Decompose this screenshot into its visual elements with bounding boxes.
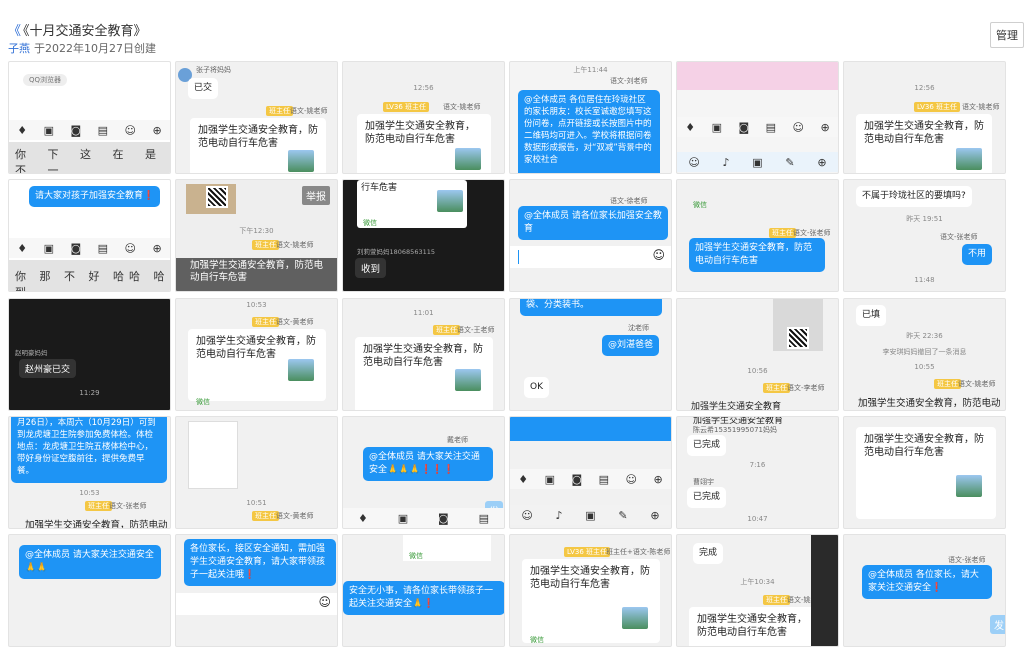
screenshot-thumb-23[interactable]: 加强学生交通安全教育 陈云希15351995071妈妈 已完成 7:16 曹翊宇… (676, 416, 839, 529)
screenshot-thumb-19[interactable]: 月26日），本周六（10月29日）可到到龙虎塘卫生院参加免费体检。体检地点：龙虎… (8, 416, 171, 529)
album-meta: 子燕 于2022年10月27日创建 (8, 40, 156, 56)
manage-button[interactable]: 管理 (990, 22, 1024, 48)
page-header: 《《十月交通安全教育》 子燕 于2022年10月27日创建 管理 (0, 0, 1024, 60)
screenshot-thumb-13[interactable]: 赵明豪妈妈 赵州豪已交 11:29 (8, 298, 171, 411)
screenshot-thumb-27[interactable]: 微信 安全无小事，请各位家长带领孩子一起关注交通安全🙏❗ (342, 534, 505, 647)
screenshot-thumb-2[interactable]: 张子将妈妈 已交 班主任 语文-姚老师 加强学生交通安全教育，防范电动自行车危害 (175, 61, 338, 174)
screenshot-thumb-9[interactable]: 行车危害 微信 刘莉萱妈妈18068563115 收到 (342, 179, 505, 292)
screenshot-thumb-30[interactable]: 语文-张老师 @全体成员 各位家长，请大家关注交通安全❗ 发 (843, 534, 1006, 647)
screenshot-thumb-24[interactable]: 加强学生交通安全教育，防范电动自行车危害 (843, 416, 1006, 529)
screenshot-thumb-15[interactable]: 11:01 班主任 语文-王老师 加强学生交通安全教育，防范电动自行车危害 (342, 298, 505, 411)
browser-chip: QQ浏览器 (23, 74, 68, 86)
screenshot-thumb-7[interactable]: 请大家对孩子加强安全教育❗ ♦▣◙▤☺⊕ 你 那 不 好 哈哈 哈 到 (8, 179, 171, 292)
screenshot-thumb-22[interactable]: ♦ ▣ ◙ ▤ ☺ ⊕ ☺ ♪ ▣ ✎ ⊕ (509, 416, 672, 529)
screenshot-thumb-3[interactable]: 12:56 LV36 班主任 语文-姚老师 加强学生交通安全教育，防范电动自行车… (342, 61, 505, 174)
screenshot-grid: QQ浏览器 ♦ ▣ ◙ ▤ ☺ ⊕ 你 下 这 在 是 不 一 张子将妈妈 已交 班主任 … (8, 61, 1008, 647)
input-toolbar: ♦ ▣ ◙ ▤ ☺ ⊕ (9, 238, 170, 258)
screenshot-thumb-20[interactable]: 10:51 班主任 语文-黄老师 (175, 416, 338, 529)
input-toolbar: ♦ ▣ ◙ ▤ ☺ ⊕ (9, 120, 170, 140)
screenshot-thumb-28[interactable]: LV36 班主任 班主任+语文-陈老师 加强学生交通安全教育，防范电动自行车危害… (509, 534, 672, 647)
emoji-icon[interactable]: ☺ (652, 248, 665, 262)
screenshot-thumb-6[interactable]: 12:56 LV36 班主任 语文-姚老师 加强学生交通安全教育，防范电动自行车… (843, 61, 1006, 174)
screenshot-thumb-8[interactable]: 举报 下午12:30 班主任 语文-姚老师 加强学生交通安全教育，防范电动自行车… (175, 179, 338, 292)
screenshot-thumb-12[interactable]: 不属于玲珑社区的要填吗? 昨天 19:51 语文-张老师 不用 11:48 (843, 179, 1006, 292)
created-date: 于2022年10月27日创建 (34, 42, 156, 55)
screenshot-thumb-4[interactable]: 上午11:44 语文-刘老师 @全体成员 各位居住在玲珑社区的家长朋友：校长室诚… (509, 61, 672, 174)
author-link[interactable]: 子燕 (8, 42, 30, 55)
screenshot-thumb-16[interactable]: 袋、分类装书。 沈老师 @刘湛爸爸 OK (509, 298, 672, 411)
screenshot-thumb-14[interactable]: 10:53 班主任 语文-黄老师 加强学生交通安全教育，防范电动自行车危害 微信 (175, 298, 338, 411)
emoji-icon[interactable]: ☺ (318, 595, 331, 609)
screenshot-thumb-29[interactable]: 完成 上午10:34 班主任 语文-姚老师 加强学生交通安全教育，防范电动自行车… (676, 534, 839, 647)
screenshot-thumb-5[interactable]: ♦ ▣ ◙ ▤ ☺ ⊕ ☺ ♪ ▣ ✎ ⊕ (676, 61, 839, 174)
album-title: 《《十月交通安全教育》 (8, 24, 147, 39)
report-button[interactable]: 举报 (302, 186, 330, 205)
input-toolbar: ♦ ▣ ◙ ▤ ☺ ⊕ (677, 117, 838, 137)
back-quote[interactable]: 《 (8, 24, 21, 39)
screenshot-thumb-17[interactable]: 10:56 班主任 语文-李老师 加强学生交通安全教育 (676, 298, 839, 411)
screenshot-thumb-18[interactable]: 已填 昨天 22:36 李安琪妈妈撤回了一条消息 10:55 班主任 语文-姚老… (843, 298, 1006, 411)
screenshot-thumb-11[interactable]: 微信 班主任 语文-张老师 加强学生交通安全教育，防范电动自行车危害 (676, 179, 839, 292)
screenshot-thumb-10[interactable]: 语文-徐老师 @全体成员 请各位家长加强安全教育 ☺ (509, 179, 672, 292)
keyboard-row: 你 下 这 在 是 不 一 (15, 148, 165, 174)
screenshot-thumb-21[interactable]: 戴老师 @全体成员 请大家关注交通安全🙏🙏🙏❗❗❗ 发 ♦▣◙▤ (342, 416, 505, 529)
screenshot-thumb-1[interactable]: QQ浏览器 ♦ ▣ ◙ ▤ ☺ ⊕ 你 下 这 在 是 不 一 (8, 61, 171, 174)
screenshot-thumb-26[interactable]: 各位家长，接区安全通知，需加强学生交通安全教育，请大家带领孩子一起关注哦❗ ☺ (175, 534, 338, 647)
campaign-poster-thumb (288, 150, 314, 172)
send-button[interactable]: 发 (990, 615, 1005, 634)
screenshot-thumb-25[interactable]: @全体成员 请大家关注交通安全🙏🙏 (8, 534, 171, 647)
